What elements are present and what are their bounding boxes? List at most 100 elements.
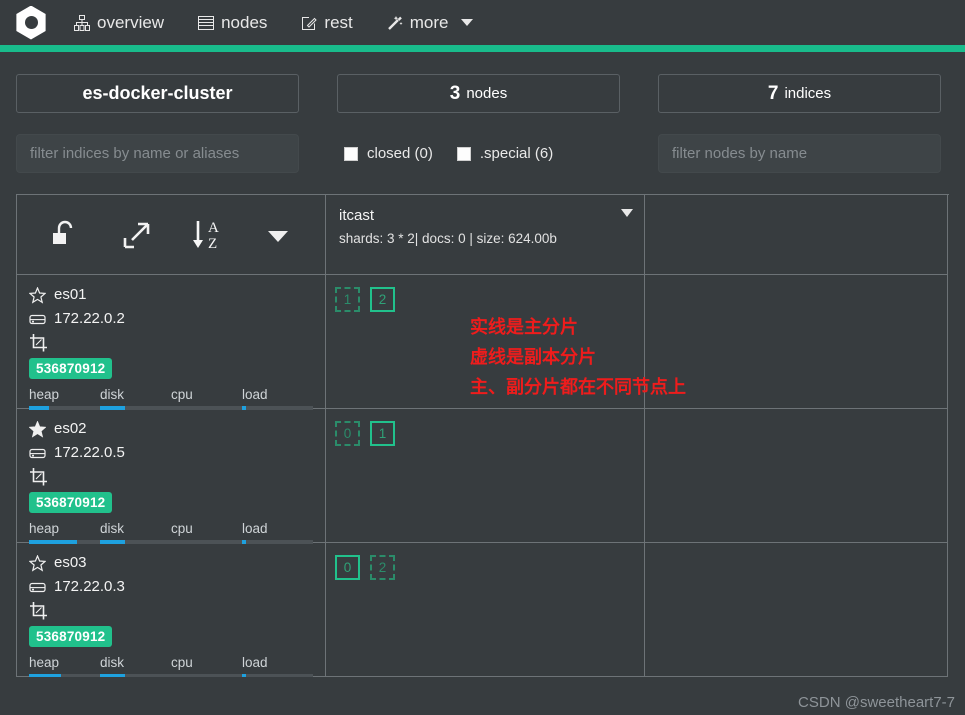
meter-cpu: cpu	[171, 521, 242, 544]
magic-wand-icon	[387, 15, 403, 31]
index-menu-chevron-down-icon[interactable]	[621, 209, 633, 217]
indices-count-box[interactable]: 7 indices	[658, 74, 941, 113]
node-meters-es03: heap disk cpu load	[29, 655, 313, 677]
meter-disk-label: disk	[100, 521, 125, 536]
meter-load-label: load	[242, 655, 268, 670]
meter-heap: heap	[29, 655, 100, 677]
shard-badge[interactable]: 1	[335, 287, 360, 312]
nav-item-nodes[interactable]: nodes	[198, 13, 267, 33]
meter-cpu: cpu	[171, 655, 242, 677]
node-ip: 172.22.0.5	[54, 444, 125, 461]
meter-disk-label: disk	[100, 655, 125, 670]
node-info-cell-es03: es03 172.22.0.3 536870912 heap disk cpu …	[17, 543, 326, 677]
nav-item-nodes-label: nodes	[221, 12, 268, 32]
cluster-summary-row: es-docker-cluster 3 nodes 7 indices	[0, 52, 965, 113]
nav-item-overview-label: overview	[97, 12, 165, 32]
chevron-down-icon[interactable]	[242, 225, 313, 245]
checkbox-box-icon	[344, 146, 358, 161]
node-ip: 172.22.0.3	[54, 578, 125, 595]
crop-icon[interactable]	[29, 601, 313, 621]
nodes-count-box[interactable]: 3 nodes	[337, 74, 620, 113]
indices-count-value: 7	[767, 82, 779, 104]
index-header-cell: itcast shards: 3 * 2| docs: 0 | size: 62…	[326, 195, 645, 275]
pencil-square-icon	[301, 15, 318, 31]
meter-cpu-label: cpu	[171, 387, 193, 402]
grid-toolbar-cell: A Z	[17, 195, 326, 275]
cluster-name-value: es-docker-cluster	[82, 83, 233, 103]
index-meta: shards: 3 * 2| docs: 0 | size: 624.00b	[339, 231, 557, 246]
grid-header-empty-cell	[645, 195, 948, 275]
meter-load-label: load	[242, 521, 268, 536]
node-memory-badge: 536870912	[29, 626, 113, 647]
checkbox-box-icon	[456, 146, 471, 161]
sitemap-icon	[74, 14, 90, 31]
filter-nodes-input[interactable]	[658, 134, 941, 173]
filter-indices-input[interactable]	[16, 134, 299, 173]
nav-item-more[interactable]: more	[387, 13, 473, 33]
node-row-empty-cell	[645, 409, 948, 543]
node-row-empty-cell	[645, 543, 948, 677]
meter-load: load	[242, 521, 313, 544]
meter-disk-label: disk	[100, 387, 125, 402]
crop-icon[interactable]	[29, 333, 313, 353]
meter-disk: disk	[100, 521, 171, 544]
grid-header-row: A Z itcast shards: 3 * 2| docs: 0 | size…	[17, 195, 949, 275]
top-navbar: overview nodes rest more	[0, 0, 965, 45]
server-icon	[29, 446, 46, 461]
node-info-cell-es02: es02 172.22.0.5 536870912 heap disk cpu …	[17, 409, 326, 544]
cluster-name-box[interactable]: es-docker-cluster	[16, 74, 299, 113]
nav-item-more-label: more	[409, 12, 449, 32]
nodes-count-value: 3	[449, 82, 461, 104]
meter-disk-track	[100, 674, 171, 677]
indices-count-label: indices	[784, 85, 832, 102]
node-memory-badge: 536870912	[29, 492, 113, 513]
node-name[interactable]: es03	[54, 553, 87, 573]
closed-indices-checkbox[interactable]: closed (0)	[344, 145, 433, 162]
meter-heap-label: heap	[29, 387, 60, 402]
shard-badge[interactable]: 2	[370, 287, 395, 312]
meter-disk: disk	[100, 655, 171, 677]
meter-heap: heap	[29, 387, 100, 410]
crop-icon[interactable]	[29, 467, 313, 487]
node-row: es03 172.22.0.3 536870912 heap disk cpu …	[17, 543, 949, 677]
node-master-star-icon	[29, 554, 46, 572]
server-list-icon	[198, 15, 215, 31]
index-toggle-group: closed (0) .special (6)	[337, 145, 620, 162]
nav-item-rest[interactable]: rest	[301, 13, 353, 33]
unlock-icon[interactable]	[29, 219, 100, 251]
meter-heap-label: heap	[29, 655, 60, 670]
meter-disk: disk	[100, 387, 171, 410]
node-name[interactable]: es01	[54, 285, 87, 305]
meter-cpu-label: cpu	[171, 521, 193, 536]
meter-cpu-label: cpu	[171, 655, 193, 670]
shard-badge[interactable]: 0	[335, 421, 360, 446]
elasticsearch-head-logo-icon	[16, 5, 46, 40]
watermark-text: CSDN @sweetheart7-7	[798, 694, 955, 711]
node-info-cell-es01: es01 172.22.0.2 536870912 heap disk cpu …	[17, 275, 326, 410]
chevron-down-icon	[460, 19, 473, 26]
node-row: es01 172.22.0.2 536870912 heap disk cpu …	[17, 275, 949, 410]
shard-badge[interactable]: 0	[335, 555, 360, 580]
node-name[interactable]: es02	[54, 419, 87, 439]
special-indices-checkbox[interactable]: .special (6)	[456, 145, 554, 162]
nav-item-overview[interactable]: overview	[74, 13, 164, 33]
server-icon	[29, 312, 46, 327]
server-icon	[29, 580, 46, 595]
meter-load: load	[242, 387, 313, 410]
meter-heap-label: heap	[29, 521, 60, 536]
shard-cell-es01-itcast: 1 2	[326, 275, 645, 409]
node-ip: 172.22.0.2	[54, 310, 125, 327]
nodes-count-label: nodes	[466, 85, 508, 102]
sort-alpha-asc-icon[interactable]: A Z	[171, 218, 242, 252]
cluster-overview-grid: A Z itcast shards: 3 * 2| docs: 0 | size…	[16, 194, 949, 677]
meter-cpu-track	[171, 674, 242, 677]
shard-badge[interactable]: 1	[370, 421, 395, 446]
shard-badge[interactable]: 2	[370, 555, 395, 580]
shard-cell-es03-itcast: 0 2	[326, 543, 645, 677]
meter-heap-track	[29, 674, 100, 677]
expand-arrows-icon[interactable]	[100, 220, 171, 250]
meter-load-label: load	[242, 387, 268, 402]
index-name[interactable]: itcast	[339, 206, 631, 226]
special-indices-label: .special (6)	[479, 145, 554, 162]
shard-cell-es02-itcast: 0 1	[326, 409, 645, 543]
